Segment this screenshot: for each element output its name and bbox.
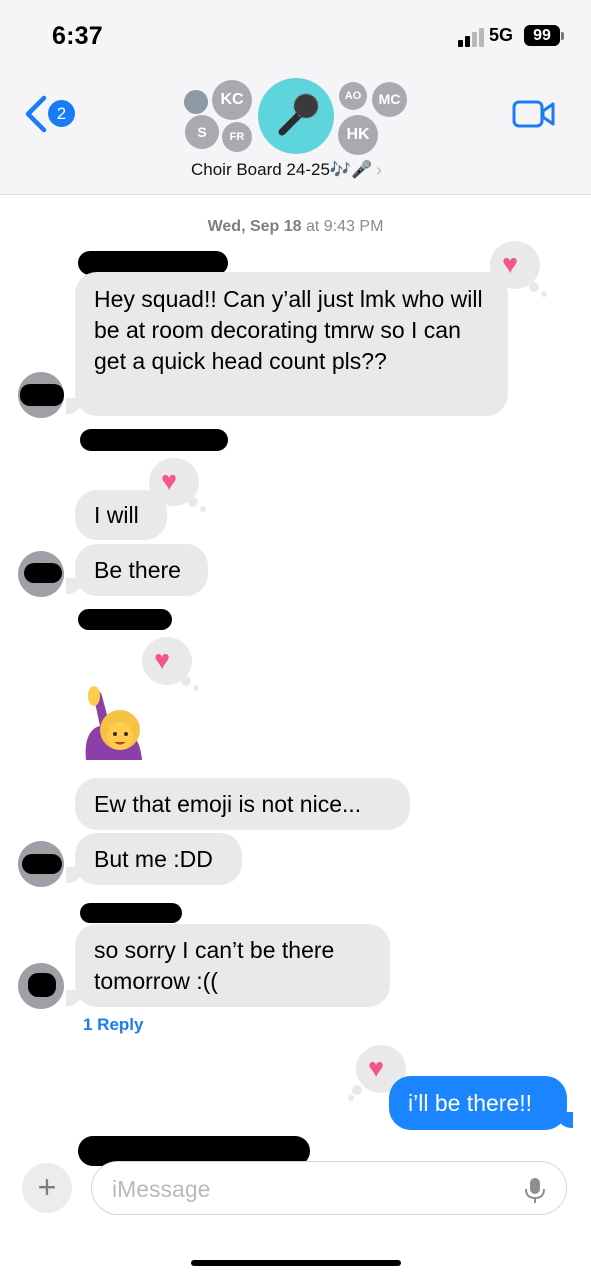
message-bubble-outgoing[interactable]: i’ll be there!!	[389, 1076, 567, 1130]
tapback-dot	[188, 497, 198, 507]
status-time: 6:37	[52, 22, 103, 50]
message-bubble-incoming[interactable]: Be there	[75, 544, 208, 596]
redacted-sender-name	[80, 429, 228, 451]
redacted-avatar	[18, 841, 64, 887]
avatar-fr: FR	[222, 122, 252, 152]
heart-icon: ♥	[368, 1053, 385, 1083]
message-bubble-incoming[interactable]: Ew that emoji is not nice...	[75, 778, 410, 830]
group-name-button[interactable]: Choir Board 24-25🎶🎤 ›	[191, 160, 382, 180]
redacted-sender-name	[78, 609, 172, 630]
message-composer	[91, 1161, 567, 1215]
apps-plus-button[interactable]: +	[22, 1163, 72, 1213]
heart-icon: ♥	[154, 645, 171, 675]
message-input[interactable]	[112, 1174, 512, 1204]
unread-count-badge[interactable]: 2	[48, 100, 75, 127]
heart-icon: ♥	[502, 249, 519, 279]
conversation-timestamp: Wed, Sep 18 at 9:43 PM	[0, 218, 591, 236]
microphone-icon[interactable]	[524, 1176, 546, 1204]
tapback-dot	[529, 282, 539, 292]
signal-icon	[458, 27, 486, 47]
group-name: Choir Board 24-25🎶🎤	[191, 160, 373, 179]
battery-nub	[561, 32, 564, 40]
message-bubble-incoming[interactable]: But me :DD	[75, 833, 242, 885]
timestamp-day: Wed, Sep 18	[207, 218, 302, 235]
avatar-photo	[184, 90, 208, 114]
avatar-hk: HK	[338, 115, 378, 155]
tapback-dot	[352, 1085, 362, 1095]
battery-icon: 99	[524, 25, 560, 46]
timestamp-time: at 9:43 PM	[306, 218, 384, 235]
conversation-header: 6:37 5G 99 2 KC S FR AO MC HK Choir Boar…	[0, 0, 591, 195]
network-type: 5G	[489, 25, 514, 45]
redacted-sender-name	[80, 903, 182, 923]
tapback-dot	[181, 676, 191, 686]
avatar-group-photo	[258, 78, 334, 154]
avatar-mc: MC	[372, 82, 407, 117]
redacted-avatar	[18, 963, 64, 1009]
redacted-avatar	[18, 551, 64, 597]
heart-icon: ♥	[161, 466, 178, 496]
chevron-right-icon: ›	[376, 160, 382, 179]
message-bubble-incoming[interactable]: so sorry I can’t be there tomorrow :((	[75, 924, 390, 1007]
thread-reply-link[interactable]: 1 Reply	[83, 1015, 143, 1035]
message-bubble-incoming[interactable]: I will	[75, 490, 167, 540]
avatar-s: S	[185, 115, 219, 149]
tapback-dot	[348, 1095, 354, 1101]
redacted-avatar	[18, 372, 64, 418]
emoji-message[interactable]: 🙋‍♀️	[80, 684, 146, 760]
avatar-ao: AO	[339, 82, 367, 110]
person-raising-hand-emoji-icon	[85, 686, 142, 760]
tapback-dot	[193, 685, 199, 691]
video-camera-icon[interactable]	[512, 99, 556, 129]
message-bubble-incoming[interactable]: Hey squad!! Can y’all just lmk who will …	[75, 272, 508, 416]
microphone-emoji-icon	[278, 93, 319, 136]
tapback-dot	[541, 291, 547, 297]
tapback-dot	[200, 506, 206, 512]
home-indicator[interactable]	[191, 1260, 401, 1266]
avatar-kc: KC	[212, 80, 252, 120]
